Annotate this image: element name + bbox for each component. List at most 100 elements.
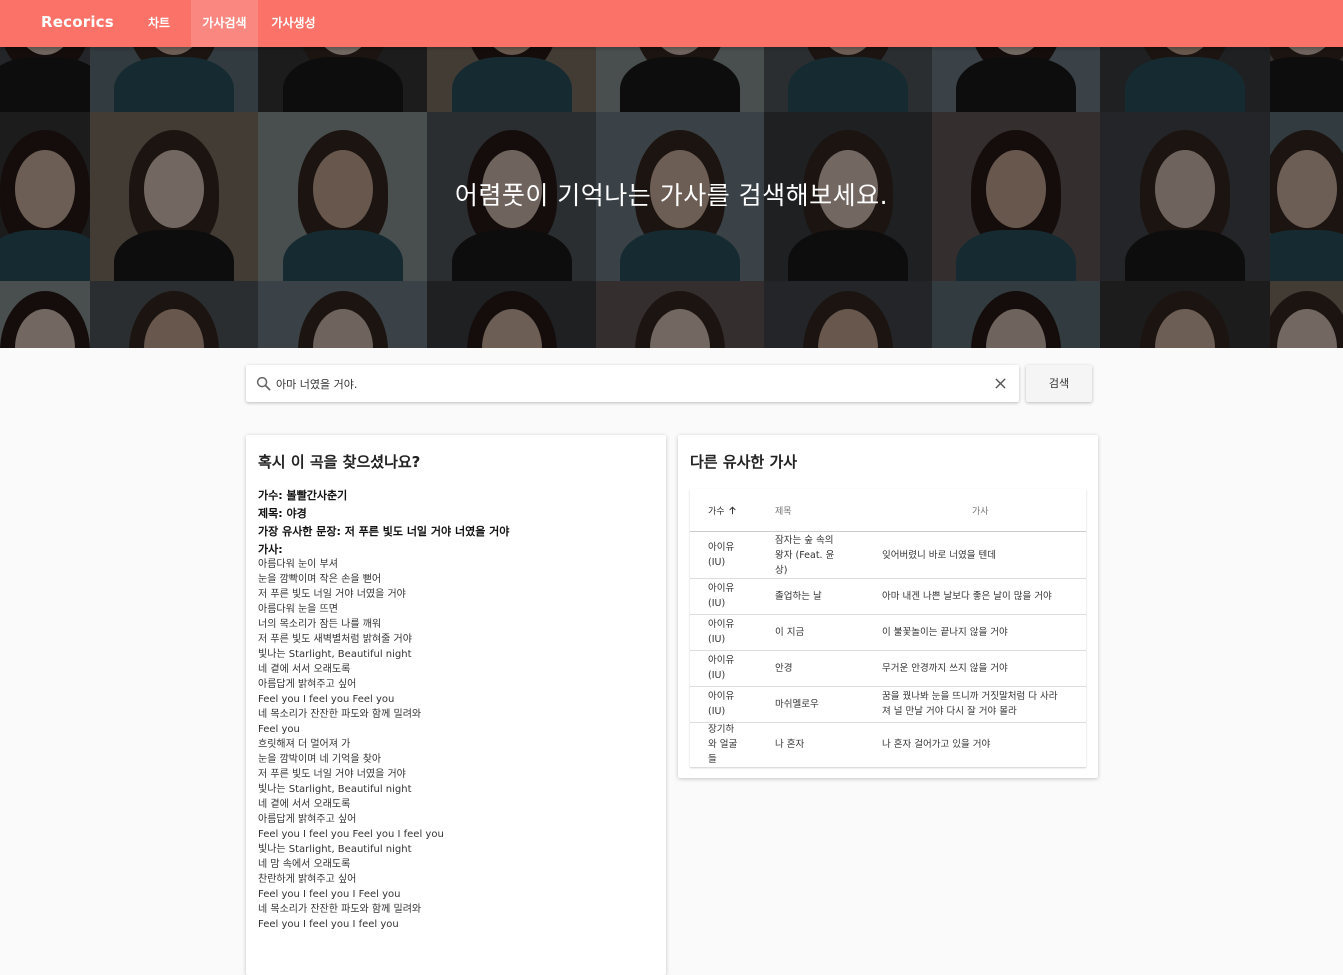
table-row[interactable]: 장기하와 얼굴들 나 혼자 나 혼자 걸어가고 있을 거야 xyxy=(690,722,1086,768)
hero-banner: 어렴풋이 기억나는 가사를 검색해보세요. xyxy=(0,47,1343,348)
result-card: 혹시 이 곡을 찾으셨나요? 가수: 볼빨간사춘기 제목: 야경 가장 유사한 … xyxy=(246,435,666,975)
top-navbar: Recorics 차트 가사검색 가사생성 xyxy=(0,0,1343,47)
cell-line: 졸업하는 날 xyxy=(775,590,822,602)
nav-item-lyric-search[interactable]: 가사검색 xyxy=(191,0,258,47)
table-cell-singer: 아이유 (IU) xyxy=(708,617,758,647)
result-singer: 가수: 볼빨간사춘기 xyxy=(258,489,348,502)
table-row[interactable]: 아이유 (IU) 이 지금 이 불꽃놀이는 끝나지 않을 거야 xyxy=(690,614,1086,651)
table-row[interactable]: 아이유 (IU) 졸업하는 날 아마 내겐 나쁜 날보다 좋은 날이 많을 거야 xyxy=(690,578,1086,615)
nav-item-lyric-generate[interactable]: 가사생성 xyxy=(260,0,327,47)
lyric-line: 네 목소리가 잔잔한 파도와 함께 밀려와 xyxy=(258,904,422,915)
result-heading: 혹시 이 곡을 찾으셨나요? xyxy=(258,453,421,471)
search-bar xyxy=(246,365,1019,402)
table-row[interactable]: 아이유 (IU) 마쉬멜로우 꿈을 꿨나봐 눈을 뜨니까 거짓말처럼 다 사라져 널 … xyxy=(690,686,1086,723)
cell-line: 아이유 xyxy=(708,655,735,666)
lyric-line: 아름답게 밝혀주고 싶어 xyxy=(258,814,357,825)
table-cell-title: 마쉬멜로우 xyxy=(775,697,847,712)
cell-line: (IU) xyxy=(708,670,726,681)
lyric-line: 흐릿해져 더 멀어져 가 xyxy=(258,739,351,750)
lyrics-text: 아름다워 눈이 부셔눈을 깜빡이며 작은 손을 뻗어저 푸른 빛도 너일 거야 … xyxy=(258,557,658,932)
cell-line: 아이유 xyxy=(708,619,735,630)
table-row[interactable]: 아이유 (IU) 잠자는 숲 속의왕자 (Feat. 윤상) 잊어버렸니 바로 너였을… xyxy=(690,532,1086,579)
column-header-lyric[interactable]: 가사 xyxy=(972,504,989,517)
lyric-line: 네 맘 속에서 오래도록 xyxy=(258,859,351,870)
cell-line: 잠자는 숲 속의 xyxy=(775,534,834,546)
cell-line: 무거운 안경까지 쓰지 않을 거야 xyxy=(882,662,1008,674)
cell-line: 져 널 만날 거야 다시 잘 거야 몰라 xyxy=(882,706,1017,717)
table-cell-lyric: 이 불꽃놀이는 끝나지 않을 거야 xyxy=(882,625,1078,640)
cell-line: 장기하 xyxy=(708,724,735,735)
cell-line: 잊어버렸니 바로 너였을 텐데 xyxy=(882,549,996,561)
table-cell-singer: 아이유 (IU) xyxy=(708,540,758,570)
table-cell-lyric: 무거운 안경까지 쓰지 않을 거야 xyxy=(882,661,1078,676)
lyric-line: Feel you xyxy=(258,724,300,735)
cell-line: 안경 xyxy=(775,662,793,674)
lyric-line: 저 푸른 빛도 너일 거야 너였을 거야 xyxy=(258,769,406,780)
search-input[interactable] xyxy=(276,365,976,402)
lyric-line: 너의 목소리가 잠든 나를 깨워 xyxy=(258,619,382,630)
table-cell-lyric: 아마 내겐 나쁜 날보다 좋은 날이 많을 거야 xyxy=(882,589,1078,604)
cell-line: (IU) xyxy=(708,598,726,609)
cell-line: 상) xyxy=(775,564,788,576)
table-cell-title: 졸업하는 날 xyxy=(775,589,847,604)
table-cell-lyric: 꿈을 꿨나봐 눈을 뜨니까 거짓말처럼 다 사라져 널 만날 거야 다시 잘 거… xyxy=(882,689,1078,719)
lyric-line: 빛나는 Starlight, Beautiful night xyxy=(258,784,412,795)
cell-line: 들 xyxy=(708,754,717,765)
column-header-title[interactable]: 제목 xyxy=(775,504,792,517)
cell-line: (IU) xyxy=(708,706,726,717)
lyric-line: 네 목소리가 잔잔한 파도와 함께 밀려와 xyxy=(258,709,422,720)
similar-table: 가수 제목 가사 아이유 (IU) 잠자는 숲 속의왕자 (Feat. 윤상) 잊어버… xyxy=(690,489,1086,768)
table-header: 가수 제목 가사 xyxy=(690,489,1086,532)
search-button[interactable]: 검색 xyxy=(1026,365,1092,402)
table-cell-singer: 장기하와 얼굴들 xyxy=(708,722,758,767)
cell-line: 나 혼자 xyxy=(775,739,805,750)
lyric-line: 저 푸른 빛도 새벽별처럼 밝혀줄 거야 xyxy=(258,634,412,645)
search-icon xyxy=(256,376,271,391)
table-cell-singer: 아이유 (IU) xyxy=(708,689,758,719)
table-cell-lyric: 나 혼자 걸어가고 있을 거야 xyxy=(882,737,1078,752)
lyric-line: Feel you I feel you Feel you xyxy=(258,694,395,705)
lyric-line: 네 곁에 서서 오래도록 xyxy=(258,799,351,810)
cell-line: 이 불꽃놀이는 끝나지 않을 거야 xyxy=(882,626,1008,638)
table-cell-singer: 아이유 (IU) xyxy=(708,581,758,611)
column-header-singer[interactable]: 가수 xyxy=(708,504,737,517)
cell-line: (IU) xyxy=(708,557,726,568)
cell-line: 아이유 xyxy=(708,542,735,553)
cell-line: 마쉬멜로우 xyxy=(775,698,819,710)
lyric-line: 찬란하게 밝혀주고 싶어 xyxy=(258,874,357,885)
cell-line: 아이유 xyxy=(708,583,735,594)
close-icon[interactable] xyxy=(994,377,1007,390)
lyric-line: Feel you I feel you I Feel you xyxy=(258,889,401,900)
cell-line: 왕자 (Feat. 윤 xyxy=(775,549,835,561)
result-best-sentence: 가장 유사한 문장: 저 푸른 빛도 너일 거야 너였을 거야 xyxy=(258,525,510,538)
cell-line: 이 지금 xyxy=(775,626,805,638)
lyric-line: Feel you I feel you I feel you xyxy=(258,919,399,930)
lyric-line: 눈을 깜빡이며 작은 손을 뻗어 xyxy=(258,574,382,585)
cell-line: 와 얼굴 xyxy=(708,739,738,750)
cell-line: 꿈을 꿨나봐 눈을 뜨니까 거짓말처럼 다 사라 xyxy=(882,691,1058,702)
table-row[interactable]: 아이유 (IU) 안경 무거운 안경까지 쓰지 않을 거야 xyxy=(690,650,1086,687)
cell-line: 아마 내겐 나쁜 날보다 좋은 날이 많을 거야 xyxy=(882,590,1052,602)
arrow-up-icon xyxy=(728,506,736,515)
result-lyrics-label: 가사: xyxy=(258,543,283,556)
table-cell-title: 잠자는 숲 속의왕자 (Feat. 윤상) xyxy=(775,533,847,578)
similar-card: 다른 유사한 가사 가수 제목 가사 아이유 (IU) 잠자는 숲 속의왕자 (Fe… xyxy=(678,435,1098,778)
similar-heading: 다른 유사한 가사 xyxy=(690,453,798,471)
lyric-line: 빛나는 Starlight, Beautiful night xyxy=(258,649,412,660)
table-cell-title: 안경 xyxy=(775,661,847,676)
table-cell-title: 나 혼자 xyxy=(775,737,847,752)
lyric-line: Feel you I feel you Feel you I feel you xyxy=(258,829,444,840)
nav-item-chart[interactable]: 차트 xyxy=(137,0,181,47)
table-cell-title: 이 지금 xyxy=(775,625,847,640)
hero-title: 어렴풋이 기억나는 가사를 검색해보세요. xyxy=(454,181,889,210)
lyric-line: 빛나는 Starlight, Beautiful night xyxy=(258,844,412,855)
lyric-line: 아름답게 밝혀주고 싶어 xyxy=(258,679,357,690)
lyric-line: 아름다워 눈을 뜨면 xyxy=(258,604,338,615)
cell-line: 나 혼자 걸어가고 있을 거야 xyxy=(882,739,991,750)
lyric-line: 아름다워 눈이 부셔 xyxy=(258,559,338,570)
cell-line: 아이유 xyxy=(708,691,735,702)
result-title: 제목: 야경 xyxy=(258,507,307,520)
lyric-line: 눈을 깜박이며 네 기억을 찾아 xyxy=(258,754,382,765)
lyric-line: 저 푸른 빛도 너일 거야 너였을 거야 xyxy=(258,589,406,600)
brand-logo[interactable]: Recorics xyxy=(41,13,114,31)
